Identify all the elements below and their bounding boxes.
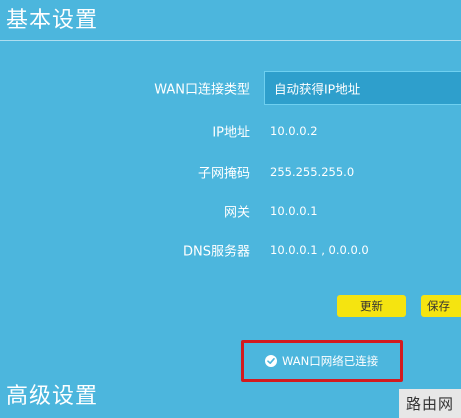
- wan-status-highlight: WAN口网络已连接: [241, 340, 403, 382]
- title-divider: [0, 40, 461, 41]
- update-button[interactable]: 更新: [337, 295, 406, 317]
- ip-label: IP地址: [212, 125, 250, 141]
- dns-value: 10.0.0.1 , 0.0.0.0: [270, 243, 369, 257]
- gateway-label: 网关: [223, 205, 250, 221]
- dns-label: DNS服务器: [183, 244, 250, 260]
- mask-value: 255.255.255.0: [270, 165, 355, 179]
- advanced-settings-title[interactable]: 高级设置: [6, 378, 98, 410]
- wan-type-value: 自动获得IP地址: [274, 81, 361, 97]
- gateway-row: 网关 10.0.0.1: [0, 196, 461, 226]
- mask-row: 子网掩码 255.255.255.0: [0, 157, 461, 187]
- basic-settings-title: 基本设置: [6, 8, 99, 33]
- gateway-value: 10.0.0.1: [270, 204, 318, 218]
- save-button[interactable]: 保存: [421, 295, 461, 317]
- check-circle-icon: [265, 355, 277, 367]
- router-settings-page: 基本设置 WAN口连接类型 自动获得IP地址 IP地址 10.0.0.2 子网掩…: [0, 0, 461, 418]
- dns-row: DNS服务器 10.0.0.1 , 0.0.0.0: [0, 235, 461, 265]
- watermark: 路由网: [399, 389, 461, 418]
- wan-type-label: WAN口连接类型: [154, 82, 250, 98]
- wan-type-select[interactable]: 自动获得IP地址: [264, 71, 461, 105]
- wan-status: WAN口网络已连接: [265, 353, 378, 369]
- mask-label: 子网掩码: [197, 166, 250, 182]
- ip-value: 10.0.0.2: [270, 124, 318, 138]
- ip-row: IP地址 10.0.0.2: [0, 116, 461, 146]
- wan-status-text: WAN口网络已连接: [282, 354, 379, 368]
